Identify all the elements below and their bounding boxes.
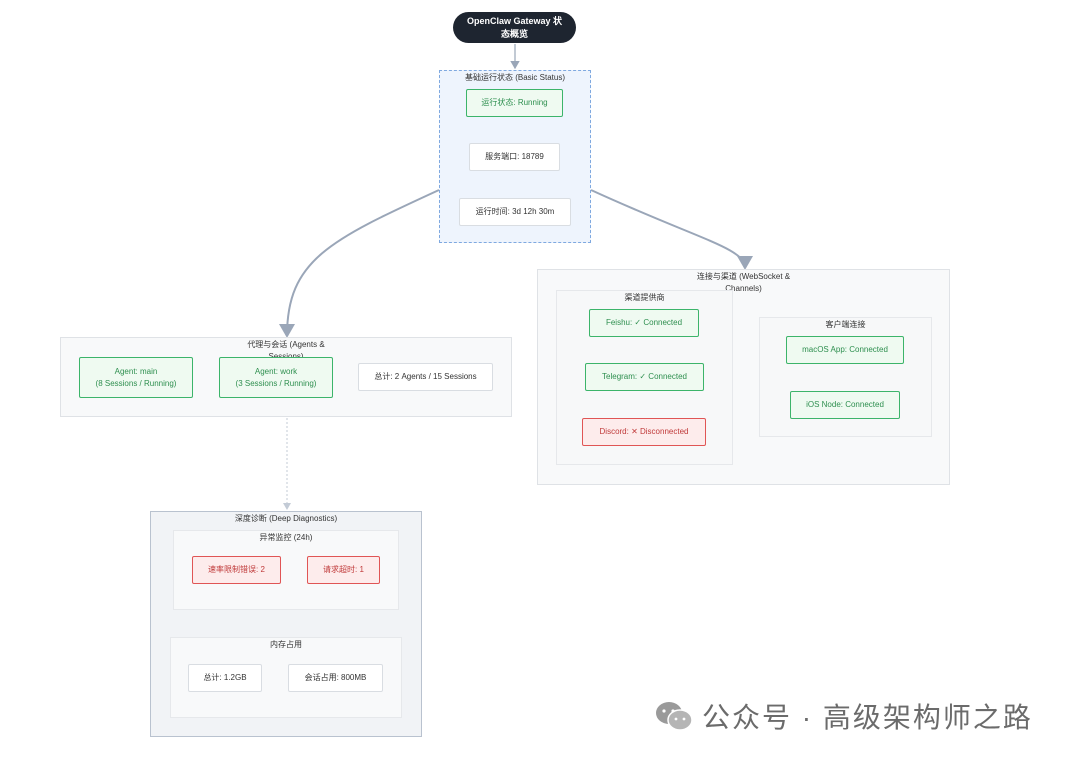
node-agents-total: 总计: 2 Agents / 15 Sessions [358,363,493,391]
node-session-memory: 会话占用: 800MB [288,664,383,692]
node-agent-work: Agent: work (3 Sessions / Running) [219,357,333,398]
group-client-connections: 客户端连接 [759,317,932,437]
node-macos-app: macOS App: Connected [786,336,904,364]
node-service-port: 服务端口: 18789 [469,143,560,171]
group-diagnostics-title: 深度诊断 (Deep Diagnostics) [234,514,338,523]
edge-basic-to-connections [590,189,753,270]
group-providers-title: 渠道提供商 [624,293,665,302]
diagram-canvas: OpenClaw Gateway 状态概览 基础运行状态 (Basic Stat… [0,0,1080,759]
root-title: OpenClaw Gateway 状态概览 [466,15,563,39]
node-run-status: 运行状态: Running [466,89,563,117]
watermark-text: 公众号 · 高级架构师之路 [702,702,1033,733]
watermark: 公众号 · 高级架构师之路 [654,694,1033,738]
root-node: OpenClaw Gateway 状态概览 [453,12,576,43]
node-discord: Discord: ✕ Disconnected [582,418,706,446]
node-memory-total: 总计: 1.2GB [188,664,262,692]
node-ios-node: iOS Node: Connected [790,391,900,419]
group-clients-title: 客户端连接 [825,320,866,329]
node-request-timeouts: 请求超时: 1 [307,556,380,584]
node-telegram: Telegram: ✓ Connected [585,363,704,391]
wechat-icon [656,702,693,731]
group-anomaly-title: 异常监控 (24h) [259,533,313,542]
node-uptime: 运行时间: 3d 12h 30m [459,198,571,226]
edge-basic-to-agents [279,189,440,338]
group-memory-title: 内存占用 [270,640,302,649]
node-feishu: Feishu: ✓ Connected [589,309,699,337]
group-basic-title: 基础运行状态 (Basic Status) [464,73,565,82]
node-agent-main: Agent: main (8 Sessions / Running) [79,357,193,398]
node-rate-limit-errors: 速率限制错误: 2 [192,556,281,584]
